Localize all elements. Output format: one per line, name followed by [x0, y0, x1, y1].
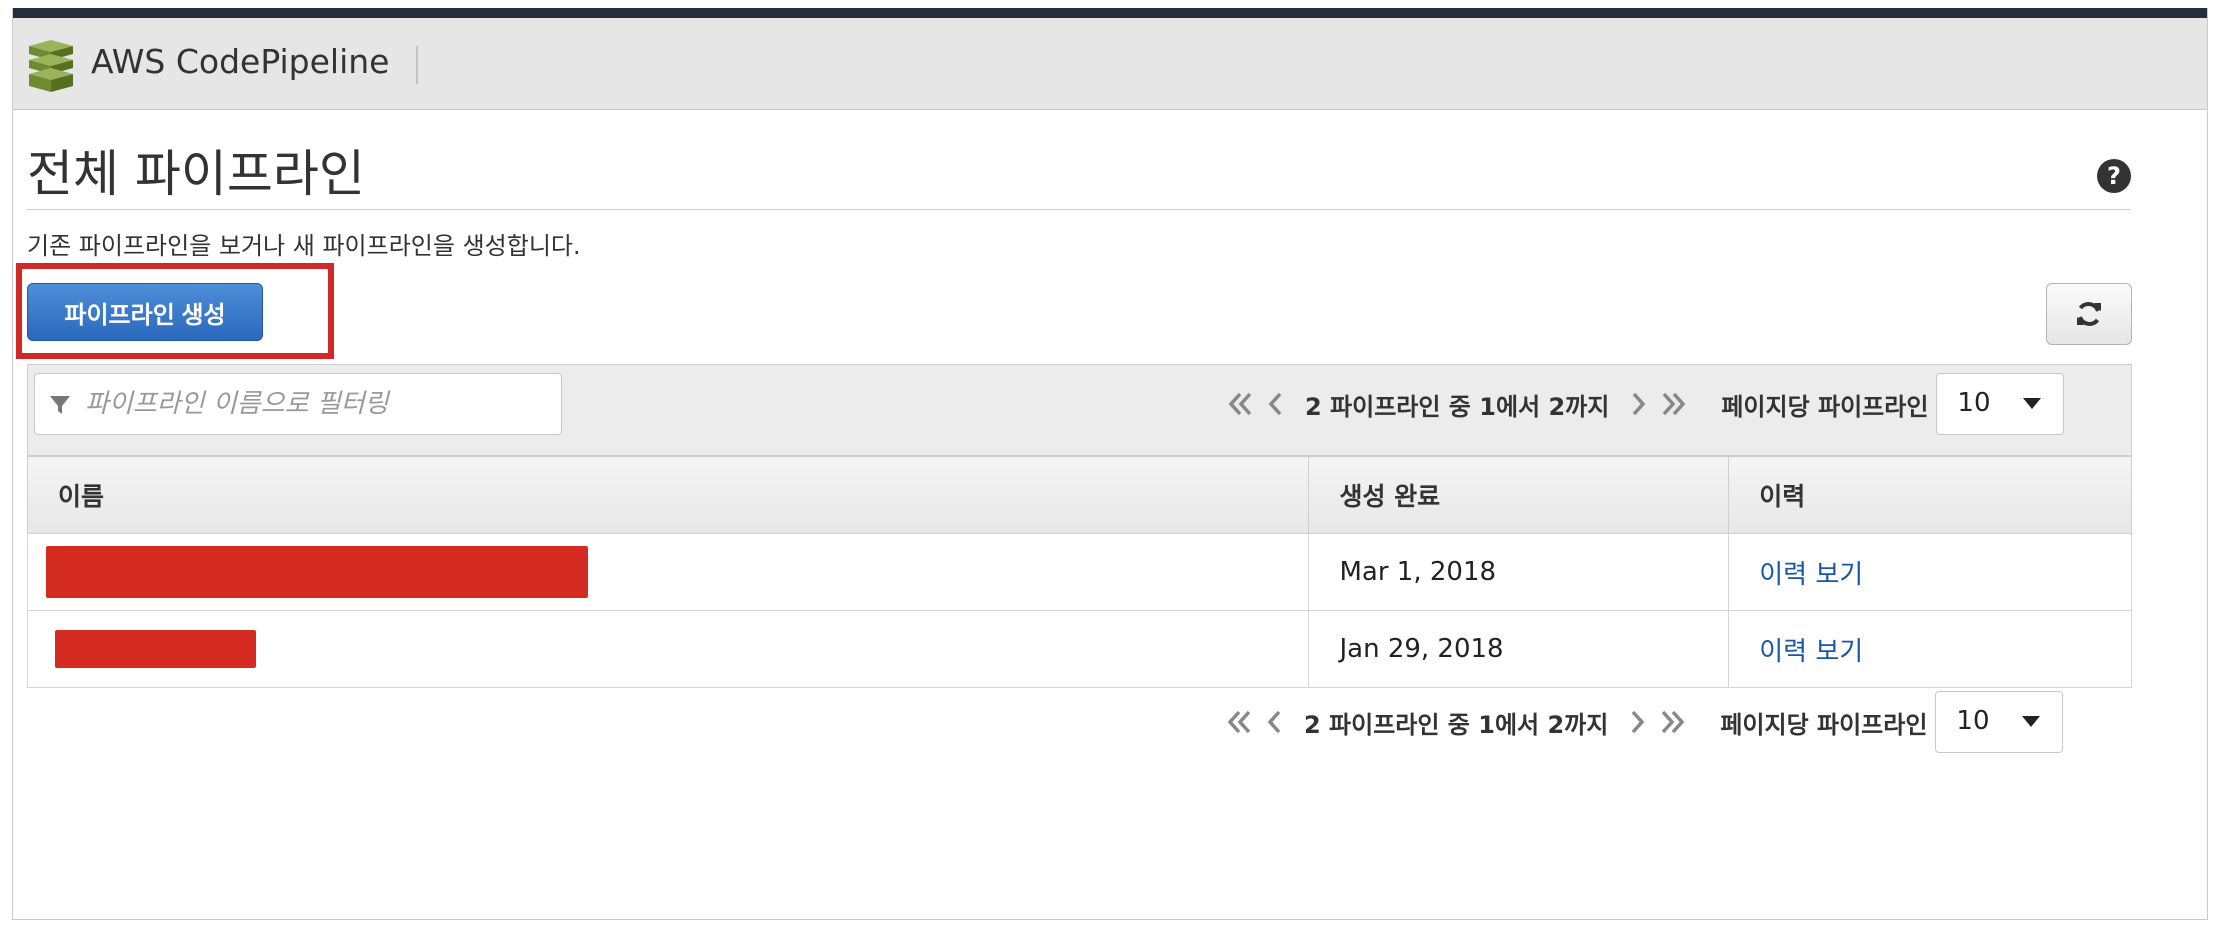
svg-text:?: ? [2107, 162, 2121, 190]
view-history-link[interactable]: 이력 보기 [1759, 560, 1863, 590]
next-page-icon[interactable] [1622, 707, 1652, 737]
table-toolbar: 2 파이프라인 중 1에서 2까지 페이지당 파이프라인 10 [27, 364, 2132, 456]
redacted-pipeline-name [55, 630, 256, 668]
next-page-icon[interactable] [1623, 389, 1653, 419]
refresh-button[interactable] [2046, 283, 2132, 345]
history-cell: 이력 보기 [1728, 610, 2132, 688]
view-history-link[interactable]: 이력 보기 [1759, 637, 1863, 667]
first-page-icon[interactable] [1224, 707, 1254, 737]
table-header-row: 이름 생성 완료 이력 [26, 456, 2132, 534]
dropdown-caret-icon [2022, 716, 2041, 727]
dropdown-caret-icon [2023, 398, 2042, 409]
filter-input[interactable] [83, 376, 557, 432]
title-divider [27, 209, 2131, 210]
first-page-icon[interactable] [1225, 389, 1255, 419]
last-page-icon[interactable] [1659, 389, 1689, 419]
per-page-label: 페이지당 파이프라인 [1720, 710, 1928, 739]
per-page-select[interactable]: 10 [1935, 691, 2064, 753]
pipeline-name-cell[interactable] [26, 610, 1310, 688]
pipelines-table: 이름 생성 완료 이력 Mar 1, 2018 이력 보기 Jan 29, 20… [26, 456, 2132, 688]
prev-page-icon[interactable] [1261, 389, 1291, 419]
filter-icon [50, 396, 70, 414]
create-pipeline-button[interactable]: 파이프라인 생성 [27, 283, 263, 341]
history-cell: 이력 보기 [1728, 533, 2132, 611]
header-divider [416, 46, 418, 84]
page-description: 기존 파이프라인을 보거나 새 파이프라인을 생성합니다. [27, 232, 581, 260]
refresh-icon [2077, 302, 2101, 326]
filter-box[interactable] [34, 373, 562, 435]
column-header-created[interactable]: 생성 완료 [1308, 456, 1730, 534]
pagination-top: 2 파이프라인 중 1에서 2까지 페이지당 파이프라인 10 [1225, 373, 2065, 435]
pagination-count: 2 파이프라인 중 1에서 2까지 [1304, 710, 1609, 739]
console-top-bar [13, 8, 2207, 18]
pagination-bottom: 2 파이프라인 중 1에서 2까지 페이지당 파이프라인 10 [1224, 691, 2064, 753]
prev-page-icon[interactable] [1260, 707, 1290, 737]
per-page-value: 10 [1956, 706, 1990, 736]
pipeline-name-cell[interactable] [26, 533, 1310, 611]
created-date-cell: Jan 29, 2018 [1308, 610, 1730, 688]
help-icon[interactable]: ? [2096, 158, 2132, 194]
page-title: 전체 파이프라인 [27, 145, 365, 203]
table-row: Mar 1, 2018 이력 보기 [26, 533, 2132, 611]
last-page-icon[interactable] [1658, 707, 1688, 737]
per-page-select[interactable]: 10 [1936, 373, 2065, 435]
pagination-count: 2 파이프라인 중 1에서 2까지 [1305, 392, 1610, 421]
service-header: AWS CodePipeline [13, 18, 2207, 110]
redacted-pipeline-name [46, 546, 588, 598]
app-window: AWS CodePipeline 전체 파이프라인 ? 기존 파이프라인을 보거… [12, 8, 2208, 920]
column-header-history: 이력 [1728, 456, 2132, 534]
table-row: Jan 29, 2018 이력 보기 [26, 610, 2132, 688]
per-page-value: 10 [1957, 388, 1991, 418]
codepipeline-logo-icon [29, 40, 73, 92]
created-date-cell: Mar 1, 2018 [1308, 533, 1730, 611]
column-header-name[interactable]: 이름 [26, 456, 1310, 534]
per-page-label: 페이지당 파이프라인 [1721, 392, 1929, 421]
service-name[interactable]: AWS CodePipeline [91, 42, 389, 81]
